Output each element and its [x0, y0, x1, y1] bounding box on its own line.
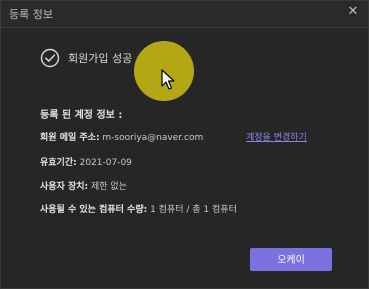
device-row: 사용자 장치: 제한 없는 [40, 179, 127, 192]
window-title: 등록 정보 [9, 8, 53, 21]
validity-value: 2021-07-09 [79, 158, 132, 168]
check-circle-icon [40, 48, 60, 68]
ok-button[interactable]: 오케이 [250, 248, 332, 271]
title-bar: 등록 정보 ✕ [1, 1, 368, 28]
account-info-heading: 등록 된 계정 정보 : [40, 110, 123, 121]
success-status: 회원가입 성공 [40, 47, 132, 69]
computer-count-value: 1 컴퓨터 / 총 1 컴퓨터 [150, 205, 237, 215]
device-label: 사용자 장치: [40, 182, 89, 192]
validity-row: 유효기간: 2021-07-09 [40, 155, 132, 168]
computer-count-row: 사용될 수 있는 컴퓨터 수량: 1 컴퓨터 / 총 1 컴퓨터 [40, 202, 237, 215]
device-value: 제한 없는 [91, 182, 127, 192]
change-account-link[interactable]: 계정을 변경하기 [246, 130, 307, 143]
registration-info-dialog: 등록 정보 ✕ 회원가입 성공 등록 된 계정 정보 : 회원 메일 주소: m… [0, 0, 369, 289]
validity-label: 유효기간: [40, 158, 77, 168]
close-icon[interactable]: ✕ [346, 5, 360, 19]
email-row: 회원 메일 주소: m-sooriya@naver.com [40, 130, 203, 143]
email-value: m-sooriya@naver.com [102, 133, 204, 143]
email-label: 회원 메일 주소: [40, 133, 100, 143]
computer-count-label: 사용될 수 있는 컴퓨터 수량: [40, 205, 148, 215]
success-message: 회원가입 성공 [68, 52, 133, 65]
mouse-pointer-icon [161, 69, 175, 90]
